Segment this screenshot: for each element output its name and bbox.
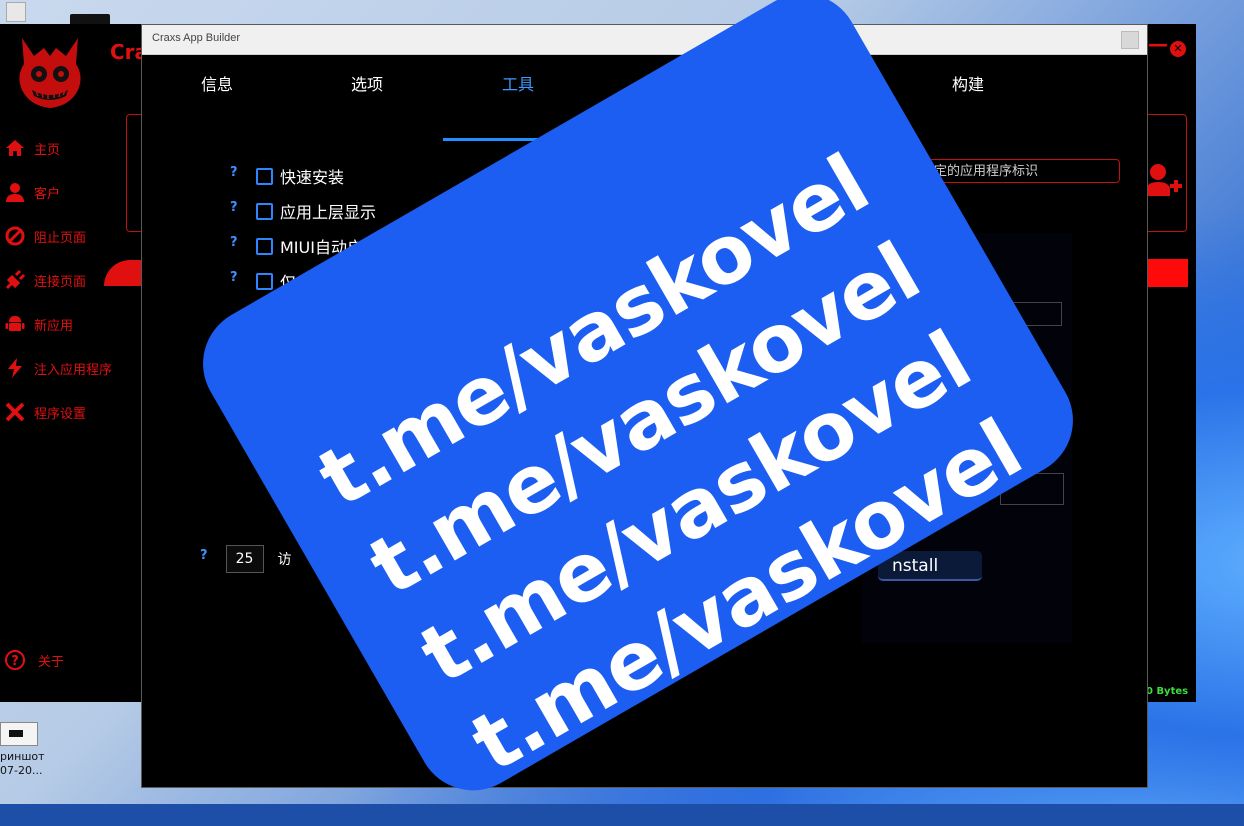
checkbox[interactable] [256, 202, 273, 220]
close-button[interactable]: ✕ [1170, 41, 1186, 57]
dialog-close-button[interactable] [1121, 31, 1139, 49]
number-input[interactable]: 25 [225, 545, 264, 573]
sidebar-item-clients[interactable]: 客户 [4, 180, 60, 204]
sidebar-item-label: 客户 [34, 186, 61, 202]
user-icon [6, 183, 24, 202]
sidebar-item-about[interactable]: ? 关于 [4, 649, 64, 671]
tools-icon [5, 402, 25, 422]
red-tab-right [1146, 259, 1188, 287]
tab-build[interactable]: 构建 [893, 71, 1043, 95]
sidebar-item-block-page[interactable]: 阻止页面 [4, 224, 86, 248]
sidebar-item-inject-app[interactable]: 注入应用程序 [4, 356, 112, 380]
sidebar-item-label: 新应用 [34, 318, 74, 334]
bottom-setting-row: ? 25 访 [200, 545, 292, 573]
sidebar-item-label: 注入应用程序 [34, 362, 113, 378]
help-question-icon[interactable]: ? [230, 200, 256, 215]
tab-tools[interactable]: 工具 [443, 71, 593, 95]
sidebar-item-label: 阻止页面 [34, 230, 87, 246]
sidebar-item-label: 程序设置 [34, 406, 87, 422]
help-question-icon[interactable]: ? [200, 548, 208, 563]
red-tab-left [104, 260, 144, 286]
checkbox[interactable] [256, 237, 273, 255]
help-icon: ? [5, 650, 25, 670]
option-label: 快速安装 [280, 168, 345, 187]
tab-info[interactable]: 信息 [142, 71, 292, 95]
sidebar-item-settings[interactable]: 程序设置 [4, 400, 86, 424]
sidebar-item-home[interactable]: 主页 [4, 136, 60, 160]
checkbox[interactable] [256, 272, 273, 290]
sidebar-item-label: 连接页面 [34, 274, 87, 290]
about-label: 关于 [38, 654, 65, 670]
bolt-icon [8, 358, 22, 378]
dialog-titlebar[interactable]: Craxs App Builder [142, 25, 1147, 55]
svg-text:?: ? [11, 654, 19, 669]
checkbox[interactable] [256, 167, 273, 185]
desktop-icon-label: риншот 07-20... [0, 750, 45, 777]
android-icon [5, 316, 25, 331]
screenshot-thumbnail [0, 722, 38, 746]
minimize-button[interactable]: — [1148, 32, 1168, 56]
craxs-logo-icon [19, 38, 81, 108]
block-icon [5, 226, 25, 246]
help-question-icon[interactable]: ? [230, 235, 256, 250]
dialog-title: Craxs App Builder [152, 32, 241, 44]
home-icon [6, 140, 24, 156]
sidebar-item-label: 主页 [34, 142, 61, 158]
option-label: 应用上层显示 [280, 203, 377, 222]
bytes-counter: 0 Bytes [1146, 686, 1189, 697]
option-overlay-display[interactable]: ? 应用上层显示 [230, 199, 376, 223]
add-user-icon[interactable] [1142, 162, 1184, 198]
help-question-icon[interactable]: ? [230, 270, 256, 285]
plug-icon [5, 269, 26, 290]
help-question-icon[interactable]: ? [230, 165, 256, 180]
sidebar-item-new-app[interactable]: 新应用 [4, 312, 73, 336]
tab-options[interactable]: 选项 [292, 71, 442, 95]
setting-label: 访 [277, 552, 292, 568]
desktop-top-icon[interactable] [6, 2, 26, 22]
sidebar-item-connect-page[interactable]: 连接页面 [4, 268, 86, 292]
option-fast-install[interactable]: ? 快速安装 [230, 164, 344, 188]
